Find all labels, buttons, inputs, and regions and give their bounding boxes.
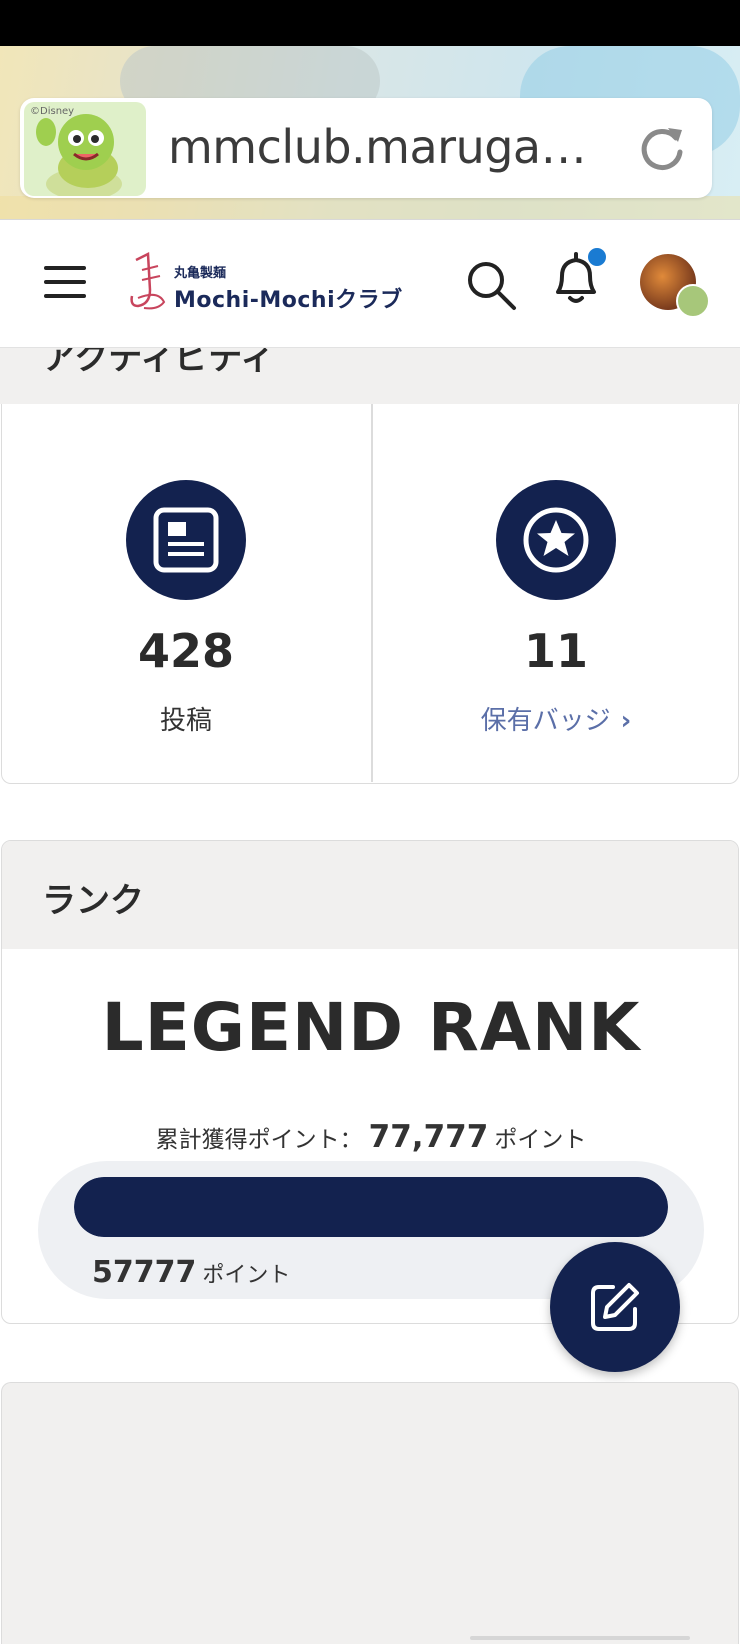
edit-icon [591, 1283, 639, 1331]
app-header: 丸亀製麺 Mochi-Mochiクラブ [0, 220, 740, 348]
url-text[interactable]: mmclub.maruga… [168, 120, 587, 174]
notification-dot [588, 248, 606, 266]
posts-icon-circle [126, 480, 246, 600]
total-points-label: 累計獲得ポイント： [155, 1127, 363, 1153]
progress-points-value: 57777 [92, 1255, 197, 1290]
rank-progress-fill [74, 1177, 668, 1237]
activity-card: 428 投稿 11 保有バッジ › [1, 404, 739, 784]
home-indicator [470, 1636, 690, 1640]
site-logo[interactable]: 丸亀製麺 Mochi-Mochiクラブ [128, 246, 428, 316]
search-icon[interactable] [464, 258, 518, 312]
background-decoration [0, 196, 740, 219]
logo-title-text: Mochi-Mochiクラブ [174, 288, 403, 313]
progress-points: 57777 ポイント [92, 1255, 290, 1290]
badges-count: 11 [523, 624, 588, 678]
compose-button[interactable] [550, 1242, 680, 1372]
hamburger-menu-icon[interactable] [44, 264, 86, 300]
udon-logo-icon [130, 252, 166, 310]
progress-points-unit: ポイント [202, 1263, 291, 1288]
copyright-label: ©Disney [30, 106, 75, 117]
status-bar [0, 0, 740, 50]
posts-count: 428 [137, 624, 235, 678]
rank-section-header: ランク [2, 841, 738, 949]
star-badge-icon [523, 507, 589, 573]
section-title: アクティビティ [42, 348, 275, 378]
address-bar[interactable]: ©Disney mmclub.maruga… [20, 98, 712, 198]
rank-progress-bar [74, 1177, 668, 1237]
chevron-right-icon: › [620, 706, 632, 736]
reload-icon[interactable] [636, 122, 688, 174]
avatar-badge [676, 284, 710, 318]
posts-label: 投稿 [159, 706, 212, 736]
next-section-card [1, 1382, 739, 1644]
total-points-value: 77,777 [368, 1119, 489, 1155]
browser-profile-avatar[interactable]: ©Disney [24, 102, 146, 196]
section-title: ランク [42, 881, 144, 921]
rank-name: LEGEND RANK [101, 989, 641, 1066]
total-points-unit: ポイント [494, 1127, 587, 1153]
badges-label: 保有バッジ [480, 706, 611, 736]
browser-toolbar: ©Disney mmclub.maruga… [0, 46, 740, 220]
post-icon [153, 507, 219, 573]
activity-section-header: アクティビティ [0, 348, 740, 404]
total-points: 累計獲得ポイント： 77,777 ポイント [2, 1119, 738, 1155]
logo-brand-text: 丸亀製麺 [174, 266, 227, 281]
user-avatar[interactable] [636, 254, 710, 318]
posts-stat[interactable]: 428 投稿 [2, 404, 370, 782]
notifications-button[interactable] [548, 248, 606, 308]
badges-link[interactable]: 保有バッジ › [372, 700, 740, 737]
badges-icon-circle [496, 480, 616, 600]
badges-stat[interactable]: 11 保有バッジ › [372, 404, 740, 782]
